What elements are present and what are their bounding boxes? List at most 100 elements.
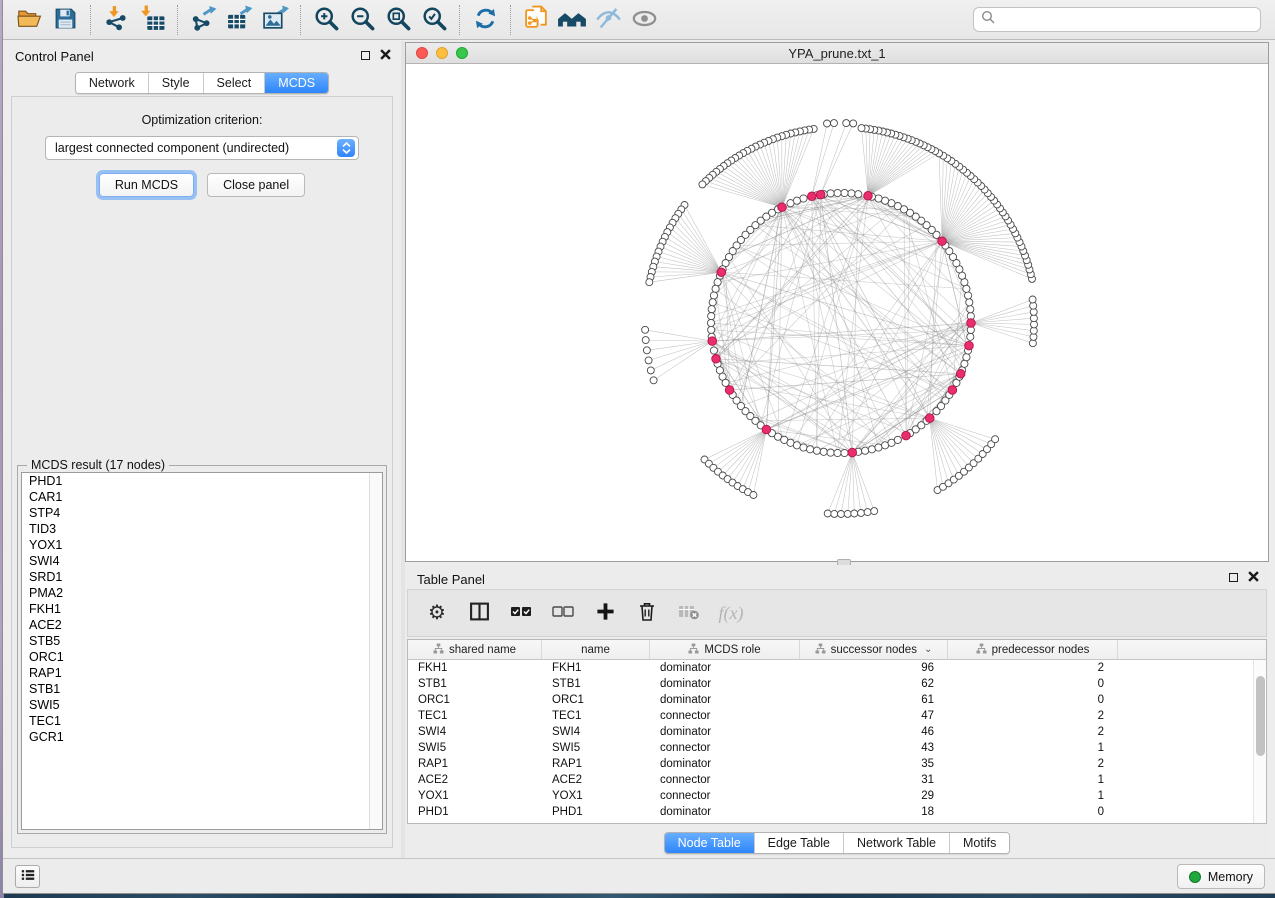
network-mcds-node[interactable] (816, 190, 825, 199)
add-column-button[interactable] (588, 595, 622, 631)
network-node[interactable] (722, 379, 729, 386)
network-node[interactable] (843, 120, 850, 127)
tab-style[interactable]: Style (149, 73, 204, 93)
show-columns-button[interactable] (462, 595, 496, 631)
task-history-button[interactable] (15, 865, 40, 888)
mcds-result-item[interactable]: ACE2 (22, 617, 382, 633)
network-node[interactable] (712, 285, 719, 292)
network-node[interactable] (710, 292, 717, 299)
network-node[interactable] (642, 337, 649, 344)
network-node[interactable] (855, 191, 862, 198)
delete-columns-button[interactable] (630, 595, 664, 631)
table-row[interactable]: PHD1PHD1dominator180 (408, 804, 1253, 820)
table-row[interactable]: ORC1ORC1dominator610 (408, 692, 1253, 708)
network-node[interactable] (834, 449, 841, 456)
network-mcds-node[interactable] (708, 337, 717, 346)
mcds-result-item[interactable]: RAP1 (22, 665, 382, 681)
tab-select[interactable]: Select (204, 73, 266, 93)
table-body[interactable]: FKH1FKH1dominator962STB1STB1dominator620… (408, 660, 1253, 823)
network-node[interactable] (645, 357, 652, 364)
network-node[interactable] (708, 313, 715, 320)
network-mcds-node[interactable] (848, 448, 857, 457)
table-scrollbar[interactable] (1253, 660, 1266, 823)
network-node[interactable] (965, 292, 972, 299)
network-node[interactable] (851, 510, 858, 517)
network-node[interactable] (787, 200, 794, 207)
table-row[interactable]: TEC1TEC1connector472 (408, 708, 1253, 724)
mcds-result-item[interactable]: STP4 (22, 505, 382, 521)
network-node[interactable] (831, 510, 838, 517)
zoom-fit-button[interactable] (380, 3, 416, 37)
column-header-MCDS-role[interactable]: MCDS role (650, 640, 800, 659)
network-mcds-node[interactable] (938, 237, 947, 246)
criterion-dropdown[interactable]: largest connected component (undirected) (45, 136, 359, 160)
mcds-result-item[interactable]: STB1 (22, 681, 382, 697)
network-node[interactable] (813, 447, 820, 454)
network-node[interactable] (834, 189, 841, 196)
export-network-button[interactable] (185, 3, 221, 37)
network-node[interactable] (862, 447, 869, 454)
network-node[interactable] (827, 449, 834, 456)
network-node[interactable] (838, 511, 845, 518)
network-node[interactable] (750, 492, 757, 499)
column-header-predecessor-nodes[interactable]: predecessor nodes (948, 640, 1118, 659)
network-node[interactable] (875, 444, 882, 451)
search-input[interactable] (1000, 13, 1253, 27)
mcds-result-item[interactable]: CAR1 (22, 489, 382, 505)
mcds-result-item[interactable]: TID3 (22, 521, 382, 537)
mcds-result-item[interactable]: ORC1 (22, 649, 382, 665)
network-node[interactable] (961, 360, 968, 367)
network-mcds-node[interactable] (925, 414, 934, 423)
network-mcds-node[interactable] (717, 268, 726, 277)
network-node[interactable] (963, 285, 970, 292)
network-node[interactable] (831, 120, 838, 127)
destroy-table-button[interactable] (672, 595, 706, 631)
network-canvas[interactable] (406, 65, 1268, 561)
table-row[interactable]: RAP1RAP1dominator352 (408, 756, 1253, 772)
network-mcds-node[interactable] (967, 319, 976, 328)
network-node[interactable] (882, 197, 889, 204)
network-node[interactable] (858, 125, 865, 132)
export-image-button[interactable] (257, 3, 293, 37)
mcds-result-item[interactable]: SWI4 (22, 553, 382, 569)
mcds-result-item[interactable]: STB5 (22, 633, 382, 649)
deselect-all-button[interactable] (546, 595, 580, 631)
network-node[interactable] (824, 510, 831, 517)
tab-motifs[interactable]: Motifs (950, 833, 1009, 853)
mcds-result-item[interactable]: PMA2 (22, 585, 382, 601)
table-options-button[interactable]: ⚙ (420, 595, 454, 631)
network-node[interactable] (793, 442, 800, 449)
memory-button[interactable]: Memory (1177, 864, 1265, 889)
network-node[interactable] (966, 299, 973, 306)
column-header-shared-name[interactable]: shared name (408, 640, 542, 659)
mcds-list-scrollbar[interactable] (369, 473, 382, 829)
mcds-result-item[interactable]: FKH1 (22, 601, 382, 617)
mcds-result-item[interactable]: PHD1 (22, 473, 382, 489)
network-node[interactable] (800, 195, 807, 202)
show-all-button[interactable] (626, 3, 662, 37)
network-node[interactable] (841, 449, 848, 456)
function-builder-button[interactable]: f(x) (714, 595, 748, 631)
network-node[interactable] (642, 326, 649, 333)
network-mcds-node[interactable] (712, 355, 721, 364)
network-mcds-node[interactable] (956, 370, 965, 379)
float-table-panel-button[interactable] (1227, 571, 1239, 583)
first-neighbors-button[interactable] (554, 3, 590, 37)
table-row[interactable]: STB1STB1dominator620 (408, 676, 1253, 692)
import-network-button[interactable] (98, 3, 134, 37)
network-node[interactable] (871, 508, 878, 515)
network-node[interactable] (820, 448, 827, 455)
network-node[interactable] (709, 299, 716, 306)
table-scrollbar-thumb[interactable] (1256, 676, 1265, 756)
import-table-button[interactable] (134, 3, 170, 37)
network-node[interactable] (894, 436, 901, 443)
network-node[interactable] (807, 446, 814, 453)
zoom-out-button[interactable] (344, 3, 380, 37)
network-node[interactable] (848, 190, 855, 197)
tab-network[interactable]: Network (76, 73, 149, 93)
tab-network-table[interactable]: Network Table (844, 833, 950, 853)
network-mcds-node[interactable] (778, 203, 787, 212)
tab-edge-table[interactable]: Edge Table (755, 833, 844, 853)
network-node[interactable] (992, 436, 999, 443)
network-node[interactable] (967, 306, 974, 313)
